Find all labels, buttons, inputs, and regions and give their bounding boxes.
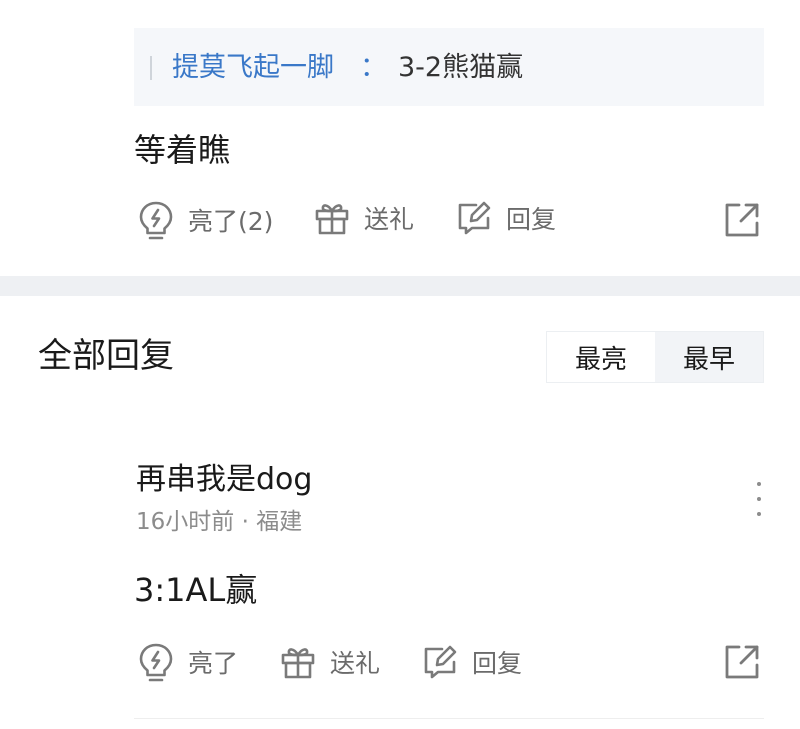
like-button[interactable]: 亮了(2) [138,200,273,240]
share-button[interactable] [724,202,760,242]
quote-text: 3-2熊猫赢 [398,52,524,83]
reply-gift-button[interactable]: 送礼 [280,644,380,680]
gift-icon [281,648,315,679]
gift-label: 送礼 [330,649,381,678]
reply-username[interactable]: 再串我是dog [136,461,312,499]
reply-text: 3:1AL赢 [134,571,258,609]
reply-reply-button[interactable]: 回复 [422,644,522,680]
gift-icon [315,204,349,235]
gift-label: 送礼 [364,205,415,234]
reply-button[interactable]: 回复 [456,200,556,236]
more-options-button[interactable] [748,482,770,516]
reply-label: 回复 [472,649,523,678]
reply-divider [134,718,764,719]
edit-icon [458,201,491,235]
like-label: 亮了 [188,649,239,678]
comment-text: 等着瞧 [134,131,231,169]
quote-colon: ： [360,52,387,83]
like-label: 亮了(2) [188,207,274,236]
gift-button[interactable]: 送礼 [314,200,414,236]
sort-option-hottest[interactable]: 最亮 [547,332,655,382]
more-vertical-icon [757,482,761,486]
lightbulb-icon [139,201,173,240]
reply-label: 回复 [506,205,557,234]
reply-meta: 16小时前 · 福建 [136,509,303,535]
quote-bar [150,56,152,80]
sort-option-earliest[interactable]: 最早 [655,332,763,382]
lightbulb-icon [139,643,173,682]
section-divider [0,276,800,296]
sort-toggle[interactable]: 最亮 最早 [546,331,764,383]
section-title: 全部回复 [38,336,174,376]
share-icon [725,203,759,237]
share-icon [725,645,759,679]
reply-share-button[interactable] [724,644,760,684]
reply-like-button[interactable]: 亮了 [138,642,238,682]
quote-author[interactable]: 提莫飞起一脚 [172,50,334,86]
edit-icon [424,645,457,679]
